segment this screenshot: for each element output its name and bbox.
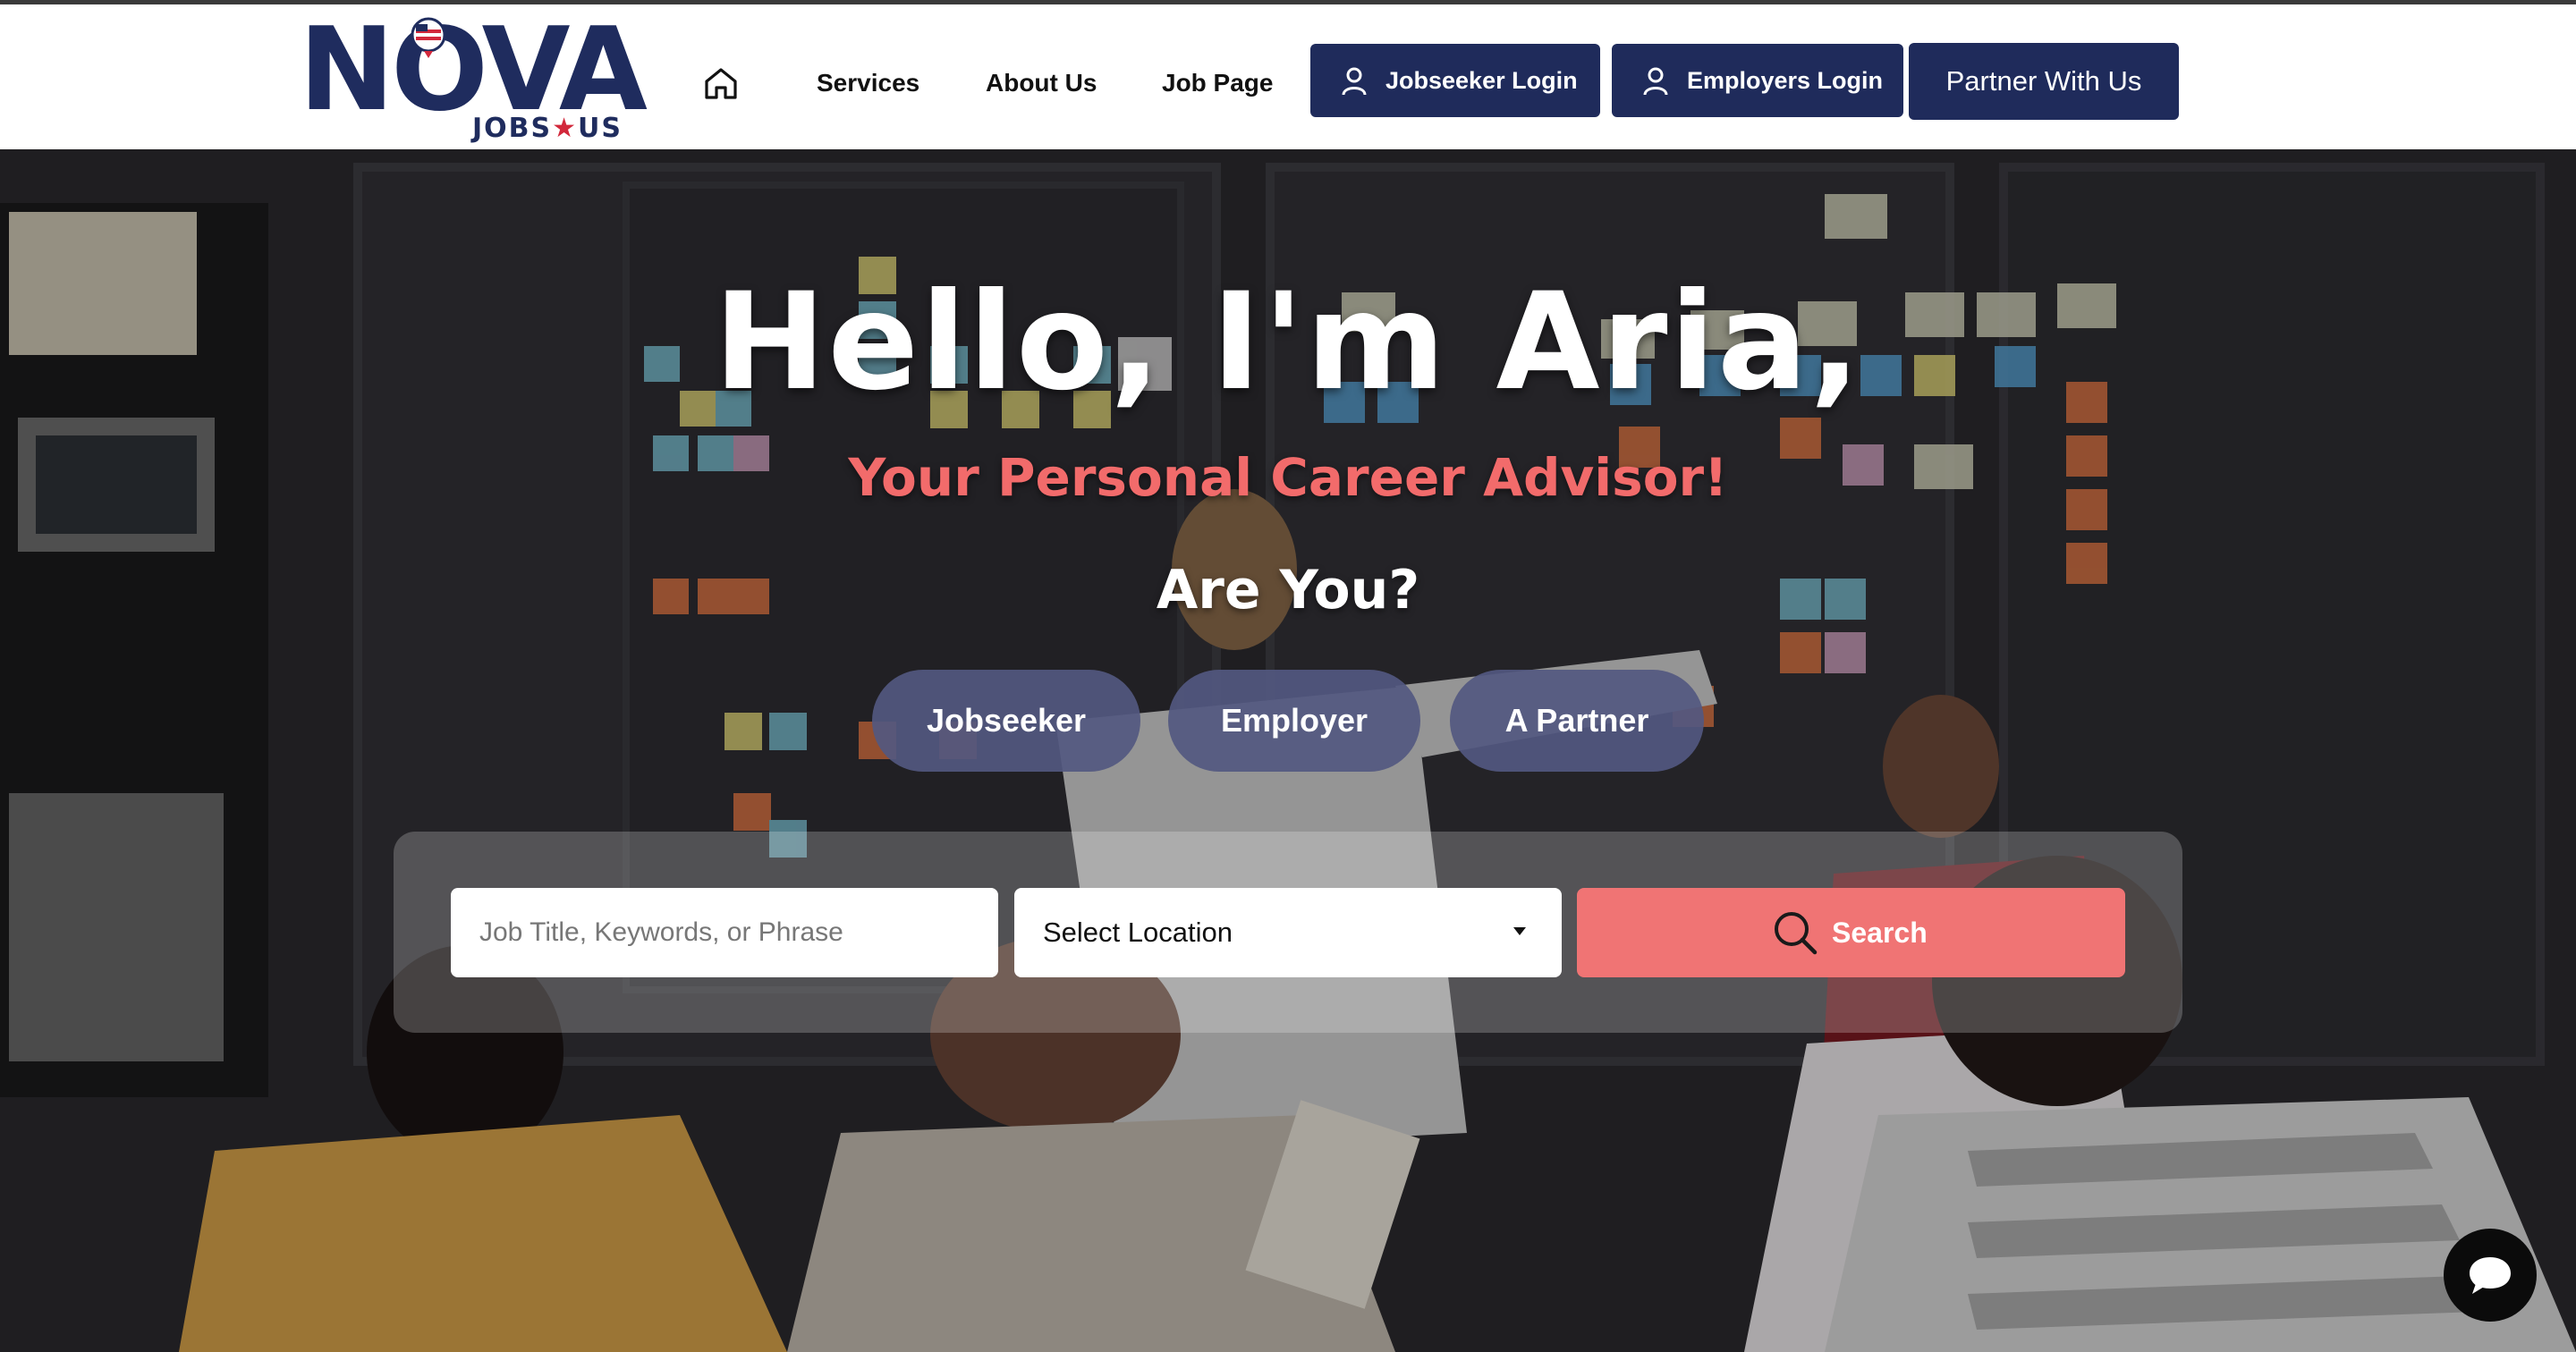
search-button[interactable]: Search [1577, 888, 2125, 977]
home-icon[interactable] [701, 65, 741, 101]
site-header: NOVA JOBS★US Services About Us Job Page … [0, 4, 2576, 149]
hero-title: Hello, I'm Aria, [713, 265, 1863, 420]
nav-about-us[interactable]: About Us [986, 65, 1097, 101]
user-icon [1643, 67, 1668, 96]
location-select[interactable]: Select Location [1014, 888, 1562, 977]
flag-pin-icon [411, 17, 446, 58]
chat-widget-button[interactable] [2444, 1229, 2537, 1322]
partner-with-us-button[interactable]: Partner With Us [1909, 43, 2179, 120]
role-jobseeker-button[interactable]: Jobseeker [872, 670, 1140, 772]
nav-job-page[interactable]: Job Page [1162, 65, 1273, 101]
employers-login-label: Employers Login [1687, 67, 1884, 94]
search-icon [1775, 912, 1818, 955]
user-icon [1342, 67, 1367, 96]
hero-subtitle: Your Personal Career Advisor! [848, 447, 1728, 508]
caret-down-icon [1513, 927, 1526, 935]
nova-jobs-us-logo[interactable]: NOVA JOBS★US [299, 13, 648, 148]
location-select-label: Select Location [1043, 917, 1233, 948]
logo-tagline: JOBS★US [472, 113, 623, 144]
keyword-search-input[interactable] [451, 888, 998, 977]
chat-icon [2470, 1257, 2511, 1294]
logo-wordmark: NOVA [299, 4, 648, 137]
search-button-label: Search [1832, 917, 1928, 949]
jobseeker-login-label: Jobseeker Login [1385, 67, 1578, 94]
nav-services[interactable]: Services [817, 65, 919, 101]
star-icon: ★ [552, 113, 579, 144]
role-partner-button[interactable]: A Partner [1450, 670, 1704, 772]
jobseeker-login-button[interactable]: Jobseeker Login [1310, 44, 1600, 117]
role-employer-button[interactable]: Employer [1168, 670, 1420, 772]
employers-login-button[interactable]: Employers Login [1612, 44, 1903, 117]
hero-question: Are You? [1156, 559, 1420, 621]
